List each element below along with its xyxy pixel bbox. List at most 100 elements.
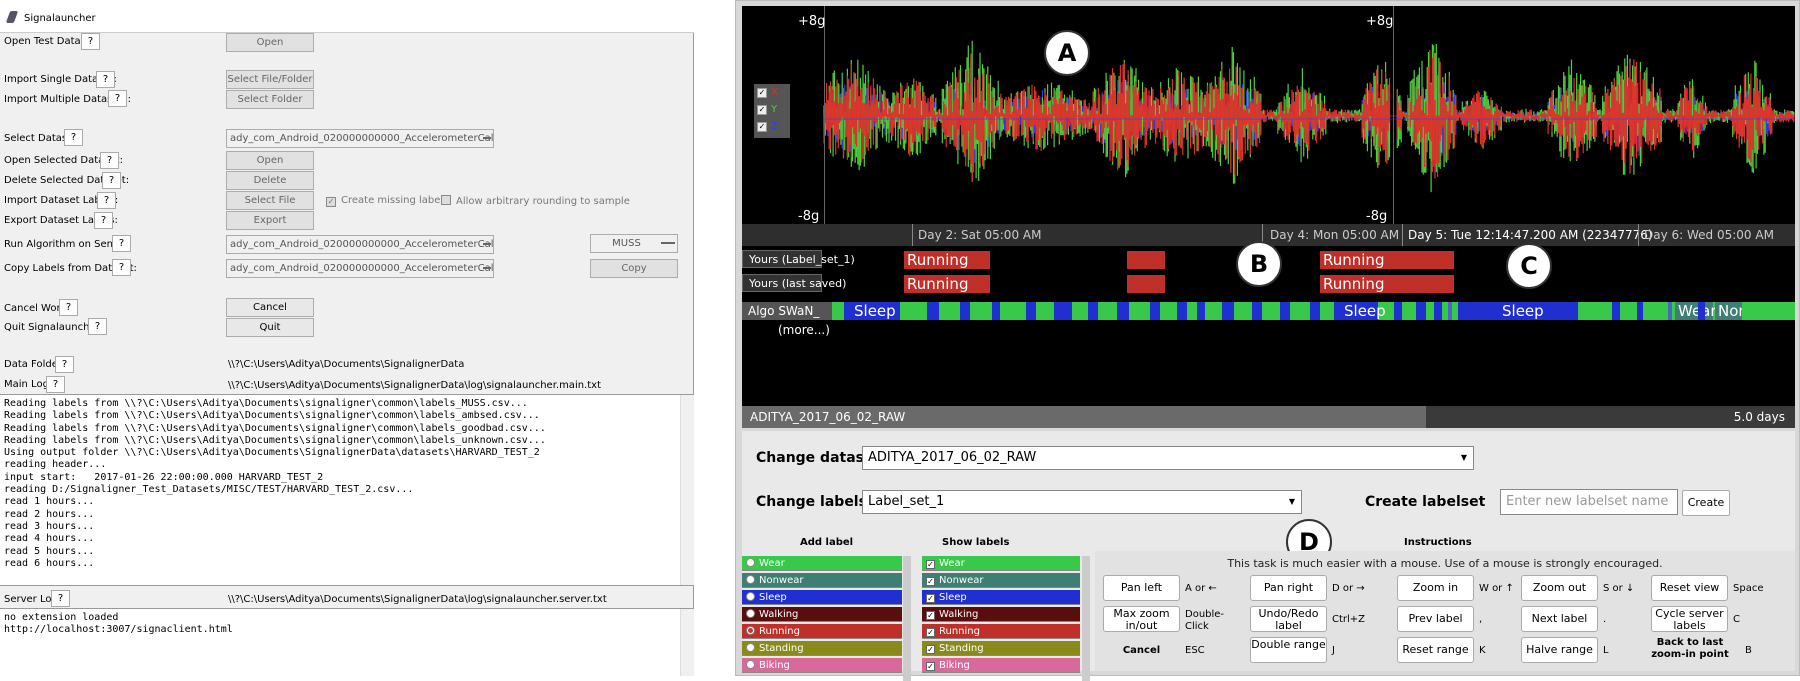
sleep-segment[interactable] xyxy=(1088,302,1098,320)
sleep-segment[interactable] xyxy=(1026,302,1036,320)
help-button[interactable]: ? xyxy=(96,71,115,88)
reset-range-button[interactable]: Reset range xyxy=(1397,637,1474,663)
label-running[interactable]: Running xyxy=(1320,251,1454,269)
dataset-combo[interactable]: ady_com_Android_020000000000_Acceleromet… xyxy=(226,129,494,148)
algorithm-sensor-combo[interactable]: ady_com_Android_020000000000_Acceleromet… xyxy=(226,235,494,254)
add-label-running[interactable]: Running xyxy=(742,624,902,639)
labelset-select[interactable]: Label_set_1 ▼ xyxy=(862,490,1302,514)
sleep-segment[interactable] xyxy=(992,302,1000,320)
open-test-button[interactable]: Open xyxy=(226,33,314,52)
sleep-segment[interactable] xyxy=(1416,302,1426,320)
show-label-biking[interactable]: ✓ Biking xyxy=(922,658,1080,673)
pan-right-button[interactable]: Pan right xyxy=(1250,575,1327,601)
sleep-segment[interactable] xyxy=(1448,302,1452,320)
sleep-segment[interactable] xyxy=(1280,302,1290,320)
signal-plot[interactable] xyxy=(742,6,1795,226)
help-button[interactable]: ? xyxy=(97,192,116,209)
scrollbar[interactable] xyxy=(1082,556,1090,681)
sleep-segment[interactable] xyxy=(1434,302,1442,320)
prev-label-button[interactable]: Prev label xyxy=(1397,606,1474,632)
sleep-segment[interactable] xyxy=(1637,302,1643,320)
allow-rounding-check[interactable]: Allow arbitrary rounding to sample xyxy=(441,195,630,207)
new-labelset-input[interactable]: Enter new labelset name xyxy=(1500,489,1678,515)
scrollbar[interactable] xyxy=(680,395,694,585)
sleep-segment[interactable] xyxy=(1668,302,1672,320)
help-button[interactable]: ? xyxy=(108,90,127,107)
label-running[interactable]: Running xyxy=(1320,275,1454,293)
help-button[interactable]: ? xyxy=(59,299,78,316)
add-label-standing[interactable]: Standing xyxy=(742,641,902,656)
dataset-select[interactable]: ADITYA_2017_06_02_RAW ▼ xyxy=(862,446,1474,470)
next-label-button[interactable]: Next label xyxy=(1521,606,1598,632)
halve-range-button[interactable]: Halve range xyxy=(1521,637,1598,663)
main-log-text[interactable]: Reading labels from \\?\C:\Users\Aditya\… xyxy=(0,394,694,586)
legend-x[interactable]: ✓ X xyxy=(757,87,787,101)
add-label-biking[interactable]: Biking xyxy=(742,658,902,673)
sleep-segment[interactable] xyxy=(1197,302,1205,320)
show-label-wear[interactable]: ✓ Wear xyxy=(922,556,1080,571)
add-label-walking[interactable]: Walking xyxy=(742,607,902,622)
double-range-button[interactable]: Double range xyxy=(1250,637,1327,663)
server-log-text[interactable]: no extension loaded http://localhost:300… xyxy=(0,608,694,676)
reset-view-button[interactable]: Reset view xyxy=(1651,575,1728,601)
legend-z[interactable]: ✓ Z xyxy=(757,121,787,135)
add-label-sleep[interactable]: Sleep xyxy=(742,590,902,605)
zoom-in-button[interactable]: Zoom in xyxy=(1397,575,1474,601)
export-button[interactable]: Export xyxy=(226,211,314,230)
create-labelset-button[interactable]: Create xyxy=(1682,490,1730,516)
track-algo-label[interactable]: Algo SWaN_ xyxy=(742,302,832,320)
pan-left-button[interactable]: Pan left xyxy=(1103,575,1180,601)
help-button[interactable]: ? xyxy=(100,152,119,169)
cycle-server-labels-button[interactable]: Cycle server labels xyxy=(1651,606,1728,632)
label-running[interactable] xyxy=(1127,275,1165,293)
help-button[interactable]: ? xyxy=(112,235,131,252)
algorithm-track-right[interactable] xyxy=(1698,302,1795,320)
sleep-segment[interactable] xyxy=(1150,302,1160,320)
max-zoom-button[interactable]: Max zoom in/out xyxy=(1103,606,1180,632)
help-button[interactable]: ? xyxy=(46,376,65,393)
help-button[interactable]: ? xyxy=(102,172,121,189)
help-button[interactable]: ? xyxy=(112,259,131,276)
sleep-segment[interactable] xyxy=(1394,302,1402,320)
help-button[interactable]: ? xyxy=(88,318,107,335)
show-label-nonwear[interactable]: ✓ Nonwear xyxy=(922,573,1080,588)
select-file-folder-button[interactable]: Select File/Folder xyxy=(226,70,314,89)
copy-button[interactable]: Copy xyxy=(590,259,678,278)
track-yours-label[interactable]: Yours (Label_set_1) xyxy=(742,250,855,268)
show-label-running[interactable]: ✓ Running xyxy=(922,624,1080,639)
show-label-standing[interactable]: ✓ Standing xyxy=(922,641,1080,656)
sleep-segment[interactable] xyxy=(960,302,970,320)
algorithm-label-track[interactable]: Sleep Sleep Sleep xyxy=(832,302,1795,320)
show-label-walking[interactable]: ✓ Walking xyxy=(922,607,1080,622)
label-running[interactable]: Running xyxy=(904,275,990,293)
select-file-button[interactable]: Select File xyxy=(226,191,314,210)
help-button[interactable]: ? xyxy=(81,33,100,50)
scrollbar[interactable] xyxy=(680,609,694,676)
track-saved-label[interactable]: Yours (last saved) xyxy=(742,274,846,292)
sleep-segment[interactable] xyxy=(1117,302,1129,320)
more-tracks-link[interactable]: (more...) xyxy=(778,321,830,339)
help-button[interactable]: ? xyxy=(55,356,74,373)
help-button[interactable]: ? xyxy=(51,590,70,607)
undo-redo-button[interactable]: Undo/Redo label xyxy=(1250,606,1327,632)
sleep-segment[interactable] xyxy=(1698,302,1705,320)
open-selected-button[interactable]: Open xyxy=(226,151,314,170)
signal-viewer[interactable]: +8g -8g +8g -8g ✓ X ✓ Y ✓ Z A Day 2: Sat 05… xyxy=(742,6,1795,428)
sleep-segment[interactable] xyxy=(1222,302,1234,320)
create-missing-labels-check[interactable]: ✓ Create missing labels xyxy=(326,195,448,207)
algorithm-menu[interactable]: MUSS xyxy=(590,234,678,253)
sleep-segment[interactable] xyxy=(927,302,939,320)
add-label-wear[interactable]: Wear xyxy=(742,556,902,571)
quit-button[interactable]: Quit xyxy=(226,318,314,337)
sleep-segment[interactable] xyxy=(1054,302,1072,320)
sleep-segment[interactable] xyxy=(1252,302,1262,320)
sleep-segment[interactable] xyxy=(1177,302,1187,320)
copy-labels-combo[interactable]: ady_com_Android_020000000000_Acceleromet… xyxy=(226,259,494,278)
sleep-segment[interactable] xyxy=(1310,302,1320,320)
sleep-segment[interactable] xyxy=(1612,302,1620,320)
scrollbar[interactable] xyxy=(903,556,911,681)
label-running[interactable]: Running xyxy=(904,251,990,269)
zoom-out-button[interactable]: Zoom out xyxy=(1521,575,1598,601)
delete-button[interactable]: Delete xyxy=(226,171,314,190)
cancel-button[interactable]: Cancel xyxy=(226,298,314,317)
